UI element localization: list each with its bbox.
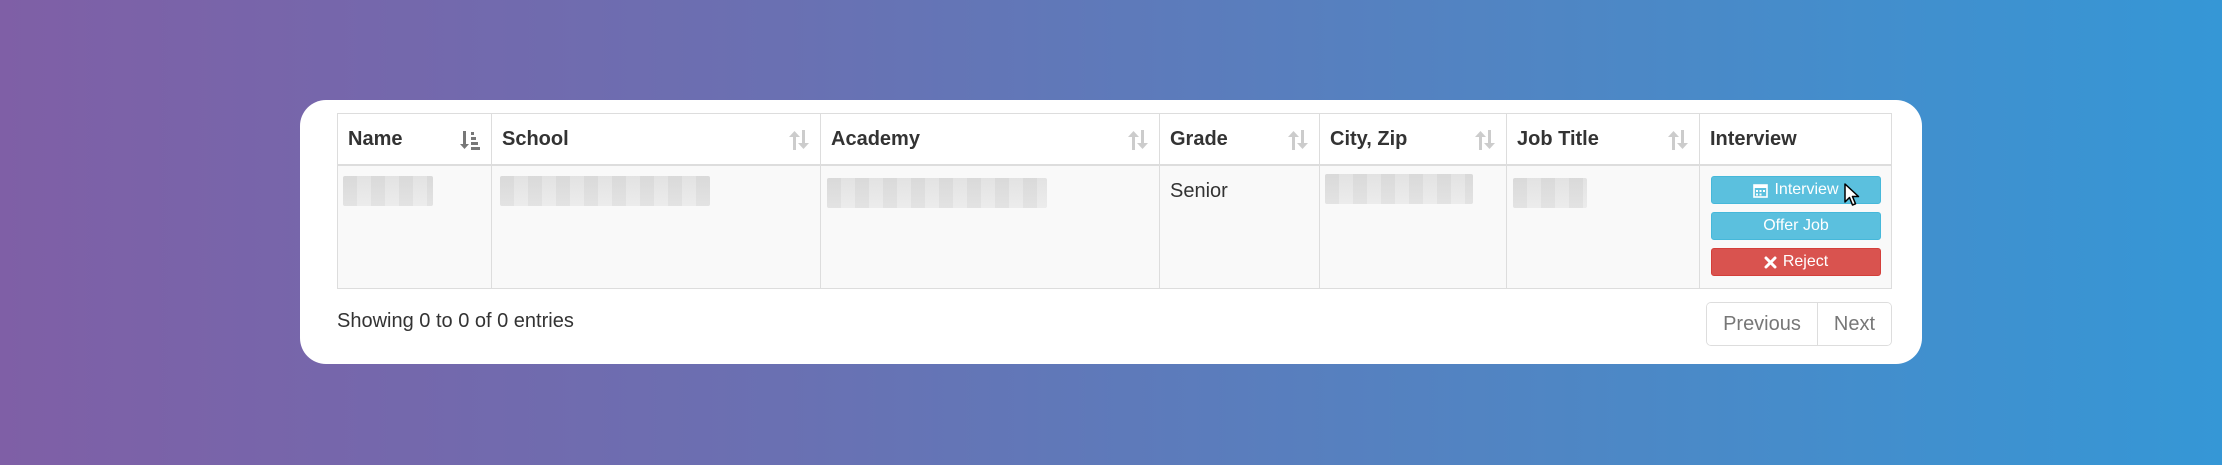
offer-job-button[interactable]: Offer Job	[1711, 212, 1881, 240]
reject-button[interactable]: Reject	[1711, 248, 1881, 276]
column-label: Job Title	[1517, 127, 1599, 150]
sort-icon	[1128, 130, 1148, 150]
close-icon	[1764, 256, 1777, 268]
sort-icon	[1288, 130, 1308, 150]
redacted-city-zip	[1325, 174, 1473, 204]
interview-button-label: Interview	[1774, 181, 1839, 198]
column-header-city-zip[interactable]: City, Zip	[1319, 113, 1507, 166]
sort-icon	[1668, 130, 1688, 150]
column-label: Academy	[831, 127, 920, 150]
table-header-row: Name School Academy Grade City, Zip Job …	[337, 113, 1892, 166]
column-label: School	[502, 127, 569, 150]
cell-job-title	[1506, 164, 1700, 289]
sort-icon	[789, 130, 809, 150]
redacted-job-title	[1513, 178, 1587, 208]
cell-school	[491, 164, 821, 289]
redacted-academy	[827, 178, 1047, 208]
grade-value: Senior	[1170, 180, 1228, 202]
column-header-grade[interactable]: Grade	[1159, 113, 1320, 166]
previous-button[interactable]: Previous	[1707, 303, 1817, 345]
sort-amount-asc-icon	[460, 131, 480, 150]
calendar-icon	[1753, 183, 1769, 198]
candidates-table: Name School Academy Grade City, Zip Job …	[337, 113, 1892, 289]
column-label: Name	[348, 127, 403, 150]
column-header-name[interactable]: Name	[337, 113, 492, 166]
sort-icon	[1475, 130, 1495, 150]
column-header-academy[interactable]: Academy	[820, 113, 1160, 166]
table-card: Name School Academy Grade City, Zip Job …	[300, 100, 1922, 364]
cell-actions: Interview Offer Job Reject	[1699, 164, 1892, 289]
column-header-job-title[interactable]: Job Title	[1506, 113, 1700, 166]
cell-grade: Senior	[1159, 164, 1320, 289]
column-header-school[interactable]: School	[491, 113, 821, 166]
next-button[interactable]: Next	[1816, 303, 1891, 345]
table-row: Senior Interview Offer Job Reject	[337, 164, 1892, 289]
pagination: Previous Next	[1706, 302, 1892, 346]
column-label: Interview	[1710, 127, 1797, 150]
reject-button-label: Reject	[1782, 253, 1829, 270]
redacted-name	[343, 176, 433, 206]
cell-city-zip	[1319, 164, 1507, 289]
cell-name	[337, 164, 492, 289]
column-label: City, Zip	[1330, 127, 1408, 150]
column-header-interview: Interview	[1699, 113, 1892, 166]
offer-job-button-label: Offer Job	[1763, 217, 1829, 234]
mouse-cursor-icon	[1844, 183, 1860, 206]
redacted-school	[500, 176, 710, 206]
cell-academy	[820, 164, 1160, 289]
table-info: Showing 0 to 0 of 0 entries	[337, 310, 574, 332]
column-label: Grade	[1170, 127, 1228, 150]
